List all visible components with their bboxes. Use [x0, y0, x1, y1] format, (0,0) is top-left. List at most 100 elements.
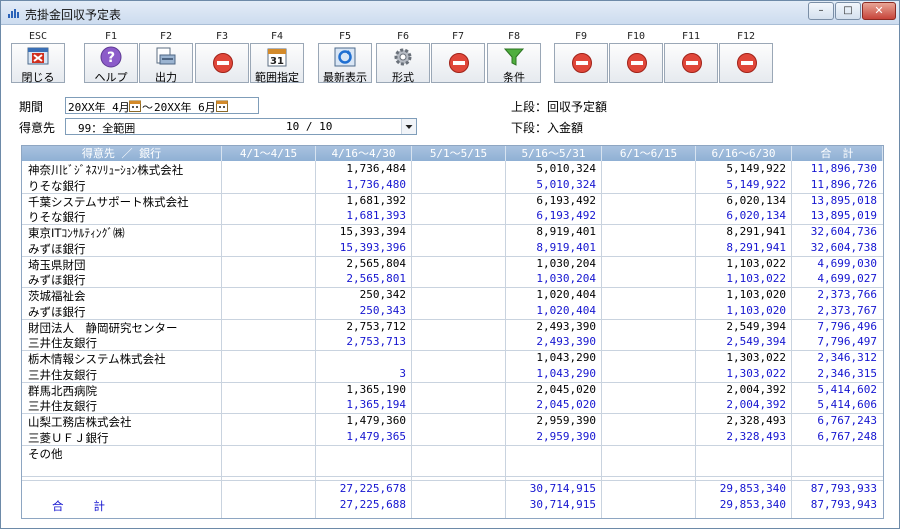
- customer-name[interactable]: 栃木情報システム株式会社: [28, 351, 166, 367]
- help-button-label: ヘルプ: [94, 71, 128, 84]
- fkey-label-f12: F12: [736, 31, 756, 42]
- refresh-button[interactable]: 最新表示: [318, 43, 372, 84]
- column-header: 4/16～4/30: [316, 146, 412, 161]
- close-window-button[interactable]: ✕: [862, 2, 896, 20]
- amount-cell: 6,767,243: [817, 414, 877, 427]
- fkey-label-f8: F8: [507, 31, 521, 42]
- amount-cell: 8,919,401: [536, 225, 596, 238]
- fkey-label-f2: F2: [159, 31, 173, 42]
- f10-button[interactable]: [609, 43, 663, 83]
- dropdown-button[interactable]: [401, 119, 416, 134]
- condition-button[interactable]: 条件: [487, 43, 541, 84]
- output-button-label: 出力: [155, 71, 177, 84]
- f11-button[interactable]: [664, 43, 718, 83]
- amount-cell: 4,699,030: [817, 256, 877, 270]
- fkey-label-f1: F1: [104, 31, 118, 42]
- column-header: 得意先 ／ 銀行: [22, 146, 222, 161]
- amount-cell: 13,895,019: [810, 209, 877, 222]
- period-to[interactable]: 20XX年 6月: [154, 99, 216, 115]
- range-button[interactable]: 31 範囲指定: [250, 43, 304, 84]
- customer-name[interactable]: 千葉システムサポート株式会社: [28, 194, 189, 210]
- period-from[interactable]: 20XX年 4月: [68, 99, 130, 115]
- disabled-icon: [682, 53, 702, 73]
- amount-cell: 2,004,392: [726, 382, 786, 396]
- amount-cell: 27,225,678: [339, 482, 406, 495]
- amount-cell: 1,103,022: [726, 272, 786, 285]
- amount-cell: 1,043,290: [536, 366, 596, 380]
- customer-name[interactable]: 埼玉県財団: [28, 257, 86, 273]
- amount-cell: 2,753,712: [346, 319, 406, 333]
- help-button[interactable]: ? ヘルプ: [84, 43, 138, 84]
- format-button[interactable]: 形式: [376, 43, 430, 84]
- bank-name: 三菱ＵＦＪ銀行: [28, 430, 109, 445]
- amount-cell: 2,373,767: [817, 303, 877, 317]
- f7-button[interactable]: [431, 43, 485, 83]
- title-bar[interactable]: 売掛金回収予定表 – □ ✕: [1, 1, 899, 25]
- amount-cell: 2,373,766: [817, 288, 877, 301]
- amount-cell: 11,896,726: [810, 177, 877, 191]
- format-button-label: 形式: [392, 71, 414, 84]
- app-chart-icon: [8, 9, 19, 18]
- customer-name[interactable]: 神奈川ﾋﾞｼﾞﾈｽｿﾘｭｰｼｮﾝ株式会社: [28, 162, 183, 178]
- amount-cell: 1,479,365: [346, 429, 406, 443]
- amount-cell: 6,193,492: [536, 209, 596, 222]
- close-button[interactable]: 閉じる: [11, 43, 65, 84]
- period-field[interactable]: 20XX年 4月 ～ 20XX年 6月: [65, 97, 259, 114]
- refresh-button-label: 最新表示: [323, 71, 367, 84]
- f3-button[interactable]: [195, 43, 249, 83]
- period-label: 期間: [19, 100, 44, 114]
- amount-cell: 29,853,340: [719, 482, 786, 495]
- fkey-label-f7: F7: [451, 31, 465, 42]
- amount-cell: 32,604,736: [810, 225, 877, 238]
- amount-cell: 13,895,018: [810, 193, 877, 207]
- amount-cell: 5,414,602: [817, 382, 877, 396]
- function-key-toolbar: ESC 閉じる F1 ? ヘルプ F2 出力 F3 F4 31 範囲指定 F5 …: [5, 29, 895, 85]
- bank-name: みずほ銀行: [28, 304, 86, 319]
- fkey-label-f4: F4: [270, 31, 284, 42]
- maximize-button[interactable]: □: [835, 2, 861, 20]
- table-header: 得意先 ／ 銀行 4/1～4/15 4/16～4/30 5/1～5/15 5/16～5/…: [22, 146, 883, 161]
- amount-cell: 1,043,290: [536, 351, 596, 364]
- calendar-icon[interactable]: [216, 100, 228, 112]
- bank-name: みずほ銀行: [28, 241, 86, 256]
- amount-cell: 1,681,393: [346, 209, 406, 222]
- help-icon: ?: [100, 46, 122, 68]
- fkey-label-f11: F11: [681, 31, 701, 42]
- close-window-icon: [27, 47, 49, 65]
- report-window: 売掛金回収予定表 – □ ✕ ESC 閉じる F1 ? ヘルプ F2 出力 F3…: [0, 0, 900, 529]
- customer-label: 得意先: [19, 121, 56, 135]
- collection-table[interactable]: 得意先 ／ 銀行 4/1～4/15 4/16～4/30 5/1～5/15 5/16～5/…: [21, 145, 884, 519]
- customer-name[interactable]: 群馬北西病院: [28, 383, 97, 399]
- f9-button[interactable]: [554, 43, 608, 83]
- fkey-label-esc: ESC: [28, 31, 48, 42]
- output-button[interactable]: 出力: [139, 43, 193, 84]
- bank-name: りそな銀行: [28, 178, 86, 193]
- bank-name: 三井住友銀行: [28, 399, 97, 413]
- row-divider: [22, 476, 883, 477]
- column-divider: [601, 161, 602, 518]
- f12-button[interactable]: [719, 43, 773, 83]
- customer-name[interactable]: 茨城福祉会: [28, 288, 86, 304]
- amount-cell: 2,565,801: [346, 272, 406, 285]
- amount-cell: 32,604,738: [810, 240, 877, 254]
- customer-select[interactable]: 99：全範囲 10 / 10: [65, 118, 417, 135]
- amount-cell: 15,393,394: [339, 225, 406, 238]
- amount-cell: 2,753,713: [346, 335, 406, 348]
- minimize-button[interactable]: –: [808, 2, 834, 20]
- amount-cell: 8,291,941: [726, 240, 786, 254]
- amount-cell: 2,328,493: [726, 429, 786, 443]
- customer-name[interactable]: 財団法人 静岡研究センター: [28, 320, 178, 336]
- amount-cell: 6,767,248: [817, 429, 877, 443]
- svg-text:?: ?: [107, 50, 115, 66]
- bank-name: りそな銀行: [28, 210, 86, 224]
- amount-cell: 30,714,915: [529, 497, 596, 511]
- column-header: 6/16～6/30: [696, 146, 792, 161]
- amount-cell: 1,365,194: [346, 398, 406, 411]
- customer-name[interactable]: 東京ITｺﾝｻﾙﾃｨﾝｸﾞ㈱: [28, 225, 125, 241]
- amount-cell: 1,030,204: [536, 272, 596, 285]
- customer-name[interactable]: その他: [28, 446, 63, 462]
- customer-name[interactable]: 山梨工務店株式会社: [28, 414, 132, 430]
- amount-cell: 1,103,020: [726, 303, 786, 317]
- fkey-label-f5: F5: [338, 31, 352, 42]
- calendar-icon[interactable]: [129, 100, 141, 112]
